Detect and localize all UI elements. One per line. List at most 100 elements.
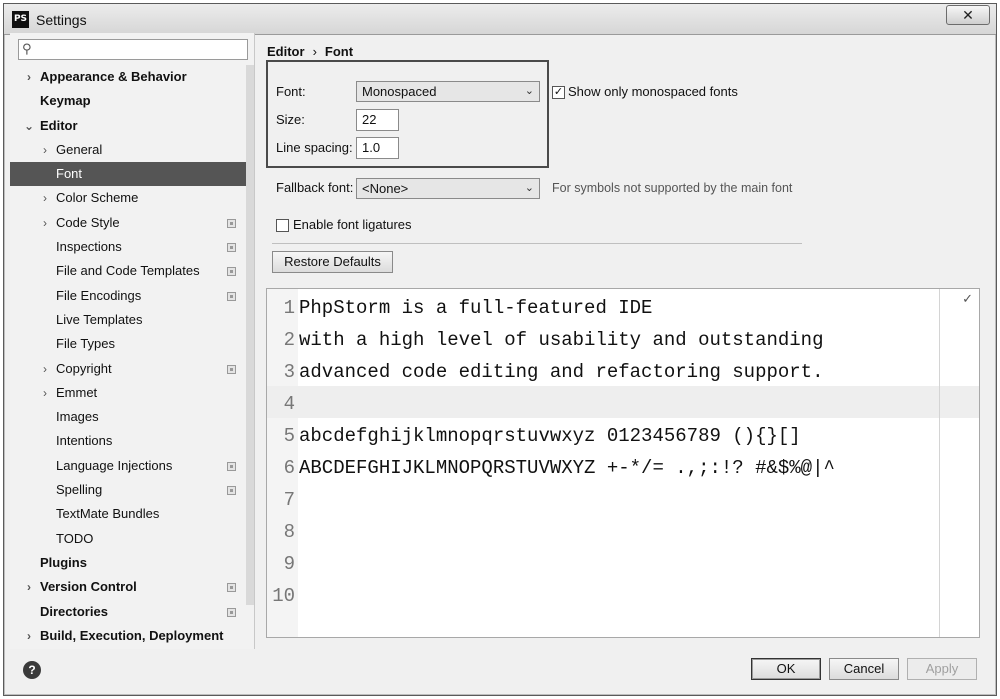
checkmark-icon: ✓ — [962, 291, 973, 306]
line-number: 2 — [283, 329, 295, 351]
sidebar-item-copyright[interactable]: › Copyright — [10, 357, 246, 381]
sidebar-item-label: File Types — [56, 336, 116, 352]
size-field[interactable]: 22 — [356, 109, 399, 131]
code-line: 3 advanced code editing and refactoring s… — [267, 356, 979, 388]
code-line: 9 — [267, 548, 979, 580]
chevron-right-icon[interactable]: › — [39, 381, 51, 405]
sidebar-item-label: Intentions — [56, 433, 113, 449]
sidebar-item-label: Copyright — [56, 360, 112, 376]
sidebar-item-file-and-code-templates[interactable]: File and Code Templates — [10, 259, 246, 283]
sidebar-item-directories[interactable]: Directories — [10, 600, 246, 624]
sidebar-item-plugins[interactable]: Plugins — [10, 551, 246, 575]
sidebar-item-label: TextMate Bundles — [56, 506, 160, 522]
code-line: 5 abcdefghijklmnopqrstuvwxyz 0123456789 (… — [267, 420, 979, 452]
fallback-font-select[interactable]: <None> ⌄ — [356, 178, 540, 199]
project-settings-icon — [227, 267, 236, 277]
chevron-right-icon[interactable]: › — [39, 357, 51, 381]
code-text: ABCDEFGHIJKLMNOPQRSTUVWXYZ +-*/= .,;:!? … — [299, 457, 835, 479]
project-settings-icon — [227, 607, 236, 617]
sidebar-item-font[interactable]: Font — [10, 162, 246, 187]
section-divider — [272, 243, 802, 244]
chevron-right-icon[interactable]: › — [39, 186, 51, 210]
sidebar-item-color-scheme[interactable]: › Color Scheme — [10, 186, 246, 210]
ok-button[interactable]: OK — [751, 658, 821, 680]
sidebar-item-keymap[interactable]: Keymap — [10, 89, 246, 113]
help-icon[interactable]: ? — [23, 661, 41, 679]
project-settings-icon — [227, 364, 236, 374]
font-select[interactable]: Monospaced ⌄ — [356, 81, 540, 102]
search-input[interactable] — [39, 41, 244, 58]
sidebar-item-label: Directories — [40, 603, 108, 619]
sidebar-scrollbar[interactable] — [246, 65, 254, 605]
chevron-right-icon[interactable]: › — [39, 211, 51, 235]
sidebar-item-file-encodings[interactable]: File Encodings — [10, 284, 246, 308]
sidebar-item-label: Build, Execution, Deployment — [40, 627, 224, 643]
code-line: 2 with a high level of usability and outs… — [267, 324, 979, 356]
line-spacing-field[interactable]: 1.0 — [356, 137, 399, 159]
sidebar-item-label: Editor — [40, 117, 78, 133]
apply-button[interactable]: Apply — [907, 658, 977, 680]
sidebar-item-label: Keymap — [40, 93, 91, 109]
code-line: 6 ABCDEFGHIJKLMNOPQRSTUVWXYZ +-*/= .,;:!?… — [267, 452, 979, 484]
line-number: 6 — [283, 457, 295, 479]
sidebar-item-version-control[interactable]: › Version Control — [10, 575, 246, 599]
search-box[interactable]: ⚲ — [18, 39, 248, 60]
sidebar-item-label: Font — [56, 166, 83, 182]
sidebar-item-build-execution-deployment[interactable]: › Build, Execution, Deployment — [10, 624, 246, 648]
sidebar-item-general[interactable]: › General — [10, 138, 246, 162]
breadcrumb-parent[interactable]: Editor — [267, 44, 305, 59]
sidebar-item-label: Live Templates — [56, 311, 143, 327]
sidebar-item-live-templates[interactable]: Live Templates — [10, 308, 246, 332]
settings-tree: › Appearance & Behavior Keymap ⌄ Editor › Gene… — [10, 65, 246, 648]
cancel-button[interactable]: Cancel — [829, 658, 899, 680]
sidebar-item-editor[interactable]: ⌄ Editor — [10, 114, 246, 138]
close-button[interactable]: ✕ — [946, 5, 990, 25]
font-preview-editor[interactable]: 1 PhpStorm is a full-featured IDE 2 with a … — [266, 288, 980, 638]
line-number: 7 — [283, 489, 295, 511]
sidebar-item-textmate-bundles[interactable]: TextMate Bundles — [10, 502, 246, 526]
chevron-right-icon[interactable]: › — [23, 65, 35, 89]
window-title: Settings — [36, 12, 87, 28]
chevron-right-icon[interactable]: › — [39, 138, 51, 162]
sidebar-item-todo[interactable]: TODO — [10, 527, 246, 551]
chevron-right-icon[interactable]: › — [23, 575, 35, 599]
breadcrumb-separator: › — [312, 44, 317, 59]
sidebar-item-label: File Encodings — [56, 287, 142, 303]
font-select-value: Monospaced — [362, 84, 437, 99]
sidebar-item-language-injections[interactable]: Language Injections — [10, 454, 246, 478]
sidebar-item-inspections[interactable]: Inspections — [10, 235, 246, 259]
restore-defaults-button[interactable]: Restore Defaults — [272, 251, 393, 273]
chevron-down-icon: ⌄ — [524, 182, 534, 194]
mono-only-checkbox[interactable]: ✓ — [552, 86, 565, 99]
sidebar-item-label: TODO — [56, 530, 94, 546]
fallback-font-value: <None> — [362, 181, 409, 196]
code-text: abcdefghijklmnopqrstuvwxyz 0123456789 ()… — [299, 425, 801, 447]
sidebar-item-label: Plugins — [40, 554, 87, 570]
sidebar-item-file-types[interactable]: File Types — [10, 332, 246, 356]
code-text: advanced code editing and refactoring su… — [299, 361, 824, 383]
breadcrumb-current: Font — [324, 44, 354, 59]
sidebar-item-spelling[interactable]: Spelling — [10, 478, 246, 502]
code-line: 7 — [267, 484, 979, 516]
chevron-down-icon[interactable]: ⌄ — [23, 114, 35, 138]
sidebar-item-appearance-behavior[interactable]: › Appearance & Behavior — [10, 65, 246, 89]
code-line: 1 PhpStorm is a full-featured IDE — [267, 292, 979, 324]
ligatures-label: Enable font ligatures — [293, 217, 412, 232]
chevron-down-icon: ⌄ — [524, 85, 534, 97]
sidebar-item-intentions[interactable]: Intentions — [10, 429, 246, 453]
sidebar-item-label: Images — [56, 409, 99, 425]
sidebar-item-images[interactable]: Images — [10, 405, 246, 429]
project-settings-icon — [227, 218, 236, 228]
sidebar-item-code-style[interactable]: › Code Style — [10, 211, 246, 235]
chevron-right-icon[interactable]: › — [23, 624, 35, 648]
project-settings-icon — [227, 243, 236, 253]
sidebar-item-label: Inspections — [56, 239, 122, 255]
sidebar-item-label: Appearance & Behavior — [40, 69, 187, 84]
fallback-font-hint: For symbols not supported by the main fo… — [552, 181, 793, 195]
sidebar-item-emmet[interactable]: › Emmet — [10, 381, 246, 405]
sidebar-item-label: Version Control — [40, 579, 137, 595]
line-number: 1 — [283, 297, 295, 319]
line-spacing-label: Line spacing: — [276, 140, 353, 155]
line-number: 9 — [283, 553, 295, 575]
ligatures-checkbox[interactable] — [276, 219, 289, 232]
